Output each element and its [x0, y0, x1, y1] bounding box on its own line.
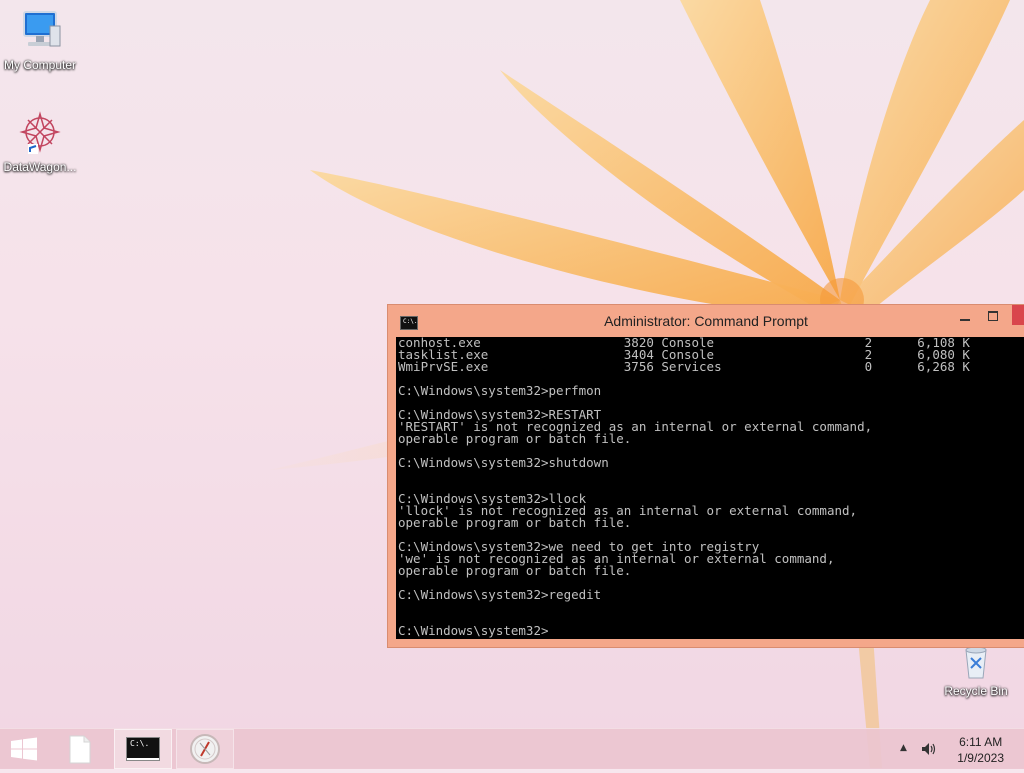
desktop-icon-label: Recycle Bin: [944, 684, 1008, 698]
console-line: C:\Windows\system32>shutdown: [398, 455, 609, 470]
windows-logo-icon: [11, 737, 37, 761]
command-prompt-window[interactable]: C:\. Administrator: Command Prompt conho…: [388, 305, 1024, 647]
clock-time: 6:11 AM: [959, 735, 1003, 749]
window-titlebar[interactable]: C:\. Administrator: Command Prompt: [388, 305, 1024, 337]
desktop-icon-label: DataWagon...: [3, 160, 77, 174]
console-line: C:\Windows\system32>: [398, 623, 549, 638]
desktop-icon-label: My Computer: [3, 58, 77, 72]
system-clock[interactable]: 6:11 AM 1/9/2023: [957, 734, 1004, 766]
taskbar: C:\. ▲ 6:11 AM 1/9/2023: [0, 728, 1024, 769]
volume-icon[interactable]: [920, 740, 938, 758]
cmd-icon: C:\.: [126, 737, 160, 761]
console-line: operable program or batch file.: [398, 431, 632, 446]
maximize-button[interactable]: [984, 309, 1004, 325]
console-line: C:\Windows\system32>regedit: [398, 587, 602, 602]
datawagon-icon: [16, 110, 64, 158]
taskbar-app-compass[interactable]: [176, 729, 234, 769]
clock-date: 1/9/2023: [957, 751, 1004, 765]
computer-icon: [16, 8, 64, 56]
taskbar-file-explorer[interactable]: [56, 729, 104, 769]
console-line: C:\Windows\system32>perfmon: [398, 383, 602, 398]
file-icon: [69, 735, 91, 764]
console-output[interactable]: conhost.exe 3820 Console 2 6,108 Ktaskli…: [396, 337, 1024, 639]
show-hidden-icons-button[interactable]: ▲: [900, 743, 907, 753]
desktop-icon-my-computer[interactable]: My Computer: [0, 8, 80, 72]
console-line: operable program or batch file.: [398, 515, 632, 530]
taskbar-command-prompt[interactable]: C:\.: [114, 729, 172, 769]
recycle-bin-icon: [956, 642, 996, 682]
start-button[interactable]: [0, 729, 48, 769]
cmd-icon-text: C:\.: [130, 739, 150, 748]
console-line: WmiPrvSE.exe 3756 Services 0 6,268 K: [398, 359, 970, 374]
desktop-icon-datawagon[interactable]: DataWagon...: [0, 110, 80, 174]
close-button[interactable]: [1012, 305, 1024, 325]
minimize-button[interactable]: [956, 309, 976, 325]
console-text: conhost.exe 3820 Console 2 6,108 Ktaskli…: [396, 337, 1024, 637]
console-line: operable program or batch file.: [398, 563, 632, 578]
window-title: Administrator: Command Prompt: [604, 313, 808, 329]
desktop-icon-recycle-bin[interactable]: Recycle Bin: [936, 642, 1016, 698]
compass-icon: [190, 734, 220, 764]
